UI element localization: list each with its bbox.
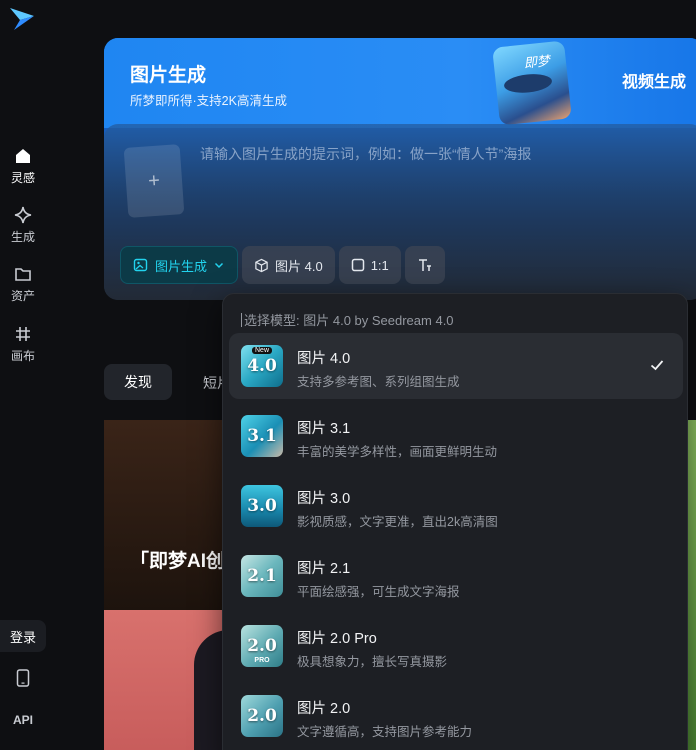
model-select-button[interactable]: 图片 4.0 [242,246,335,284]
model-name: 图片 2.0 Pro [297,631,377,647]
sidebar-item-label: 资产 [10,289,35,303]
feed-card-title: 「即梦AI创 [130,551,226,572]
prompt-input[interactable]: 请输入图片生成的提示词，例如：做一张“情人节”海报 [200,144,531,164]
model-dropdown: 选择模型: 图片 4.0 by Seedream 4.0 New 4.0 图片 … [222,293,688,750]
text-style-button[interactable] [404,246,445,284]
sidebar-item-label: 生成 [10,230,35,244]
thumb-version: 2.1 [247,566,277,586]
thumb-version: 3.1 [247,426,277,446]
model-thumbnail: 2.0 PRO [241,625,283,667]
model-description: 支持多参考图、系列组图生成 [297,375,460,389]
sidebar-item-generate[interactable]: 生成 [0,205,46,245]
feed-card-image[interactable] [104,420,234,610]
home-icon [16,149,30,163]
model-description: 丰富的美学多样性，画面更鲜明生动 [297,445,498,459]
plus-icon: + [147,169,161,192]
header-prefix: 选择模型: [244,313,304,328]
model-label: 图片 4.0 [275,258,323,274]
model-name: 图片 2.0 [297,701,351,717]
promo-logo-text: 即梦 [523,53,551,71]
model-option-4-0[interactable]: New 4.0 图片 4.0 支持多参考图、系列组图生成 [229,333,683,399]
video-generation-tab[interactable]: 视频生成 [622,68,686,92]
model-option-3-1[interactable]: 3.1 图片 3.1 丰富的美学多样性，画面更鲜明生动 [229,403,683,469]
api-link[interactable]: API [12,709,34,731]
mode-select-button[interactable]: 图片生成 [120,246,239,284]
promo-image: 即梦 [492,40,572,126]
image-icon [133,258,148,272]
model-option-2-0[interactable]: 2.0 图片 2.0 文字遵循高，支持图片参考能力 [229,683,683,749]
login-button[interactable]: 登录 [0,620,46,652]
model-name: 图片 3.1 [297,421,351,437]
model-description: 平面绘感强，可生成文字海报 [297,585,460,599]
phone-icon[interactable] [12,667,34,689]
thumb-version: 2.0 [247,636,277,656]
jimeng-logo-icon[interactable] [8,6,36,32]
ratio-label: 1:1 [370,257,389,273]
model-thumbnail: 3.0 [241,485,283,527]
cube-icon [255,258,268,272]
model-name: 图片 3.0 [297,491,351,507]
model-name: 图片 4.0 [297,351,351,367]
sidebar-item-assets[interactable]: 资产 [0,264,46,304]
sidebar-item-label: 灵感 [10,171,35,185]
tab-discover[interactable]: 发现 [104,364,172,400]
sidebar-item-label: 画布 [10,349,35,363]
square-icon [351,258,364,272]
text-size-icon [418,259,431,271]
model-thumbnail: 3.1 [241,415,283,457]
model-description: 极具想象力，擅长写真摄影 [297,655,448,669]
chevron-down-icon [214,262,224,269]
image-generator-card: 图片生成 所梦即所得·支持2K高清生成 即梦 视频生成 + 请输入图片生成的提示… [104,38,696,300]
model-thumbnail: 2.1 [241,555,283,597]
thumb-version: 3.0 [247,496,277,516]
sidebar-item-canvas[interactable]: 画布 [0,324,46,364]
model-option-2-1[interactable]: 2.1 图片 2.1 平面绘感强，可生成文字海报 [229,543,683,609]
text-caret [241,313,242,327]
model-description: 文字遵循高，支持图片参考能力 [297,725,473,739]
model-thumbnail: New 4.0 [241,345,283,387]
header-value: 图片 4.0 by Seedream 4.0 [303,313,454,328]
aspect-ratio-button[interactable]: 1:1 [338,246,401,284]
new-badge: New [251,347,273,354]
pro-label: PRO [254,657,270,664]
whale-illustration [503,71,553,95]
sidebar: 灵感 生成 资产 画布 登录 API [0,0,46,750]
sparkle-icon [14,206,32,224]
sidebar-item-inspiration[interactable]: 灵感 [0,146,46,186]
upload-reference-button[interactable]: + [123,144,185,218]
checkmark-icon [650,360,664,371]
generator-toolbar: 图片生成 图片 4.0 1:1 [120,246,445,284]
generator-title: 图片生成 [130,65,207,86]
thumb-version: 4.0 [247,356,277,376]
model-dropdown-header: 选择模型: 图片 4.0 by Seedream 4.0 [241,310,454,329]
model-thumbnail: 2.0 [241,695,283,737]
canvas-grid-icon [16,327,30,341]
model-option-2-0-pro[interactable]: 2.0 PRO 图片 2.0 Pro 极具想象力，擅长写真摄影 [229,613,683,679]
model-description: 影视质感，文字更准，直出2k高清图 [297,515,498,529]
thumb-version: 2.0 [247,706,277,726]
folder-icon [15,268,31,281]
generator-subtitle: 所梦即所得·支持2K高清生成 [130,94,287,108]
model-option-3-0[interactable]: 3.0 图片 3.0 影视质感，文字更准，直出2k高清图 [229,473,683,539]
mode-label: 图片生成 [155,258,208,274]
model-name: 图片 2.1 [297,561,351,577]
feed-card-image[interactable] [104,610,234,750]
